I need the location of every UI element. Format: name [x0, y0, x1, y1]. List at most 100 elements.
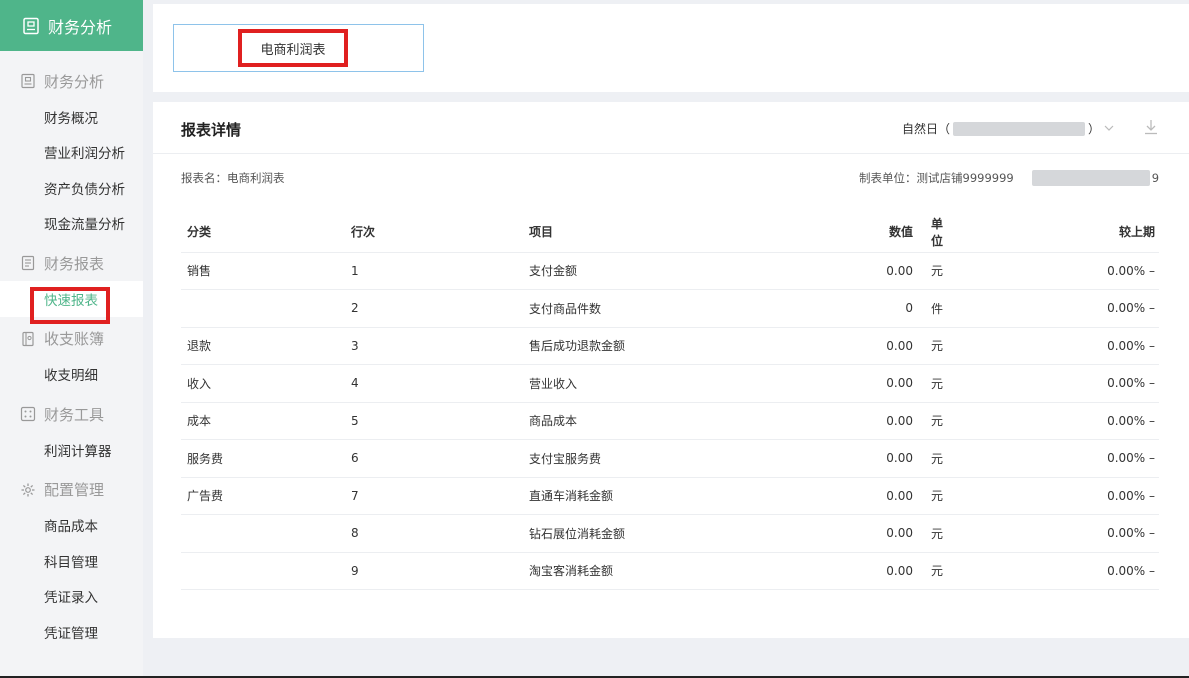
cell-unit: 元: [913, 402, 944, 440]
table-row: 8 钻石展位消耗金额 0.00 元 0.00% –: [181, 514, 1159, 553]
cell-category: 销售: [181, 252, 351, 290]
table-row: 2 支付商品件数 0 件 0.00% –: [181, 289, 1159, 328]
report-table: 分类 行次 项目 数值 单位 较上期 销售 1 支付金额 0.00 元 0.00% –2 支…: [181, 212, 1159, 590]
cell-change: 0.00% –: [943, 514, 1159, 553]
cell-value: 0.00: [849, 402, 913, 440]
download-icon[interactable]: [1143, 118, 1159, 136]
sidebar-item[interactable]: 利润计算器: [0, 432, 143, 468]
report-detail-card: 报表详情 自然日（ ） 报表名：电商利润表 制表单位：测试店铺9999999 9…: [153, 102, 1189, 638]
table-row: 广告费 7 直通车消耗金额 0.00 元 0.00% –: [181, 477, 1159, 515]
cell-value: 0.00: [849, 327, 913, 365]
gear-icon: [20, 482, 36, 498]
cell-line: 5: [351, 402, 529, 440]
building-icon: [22, 17, 40, 35]
cell-category: 退款: [181, 327, 351, 365]
blurred-timestamp: [1031, 170, 1150, 186]
sidebar-group-label: 收支账簿: [44, 330, 105, 348]
cell-change: 0.00% –: [943, 477, 1159, 515]
cell-unit: 元: [913, 364, 944, 403]
sidebar-group-label: 配置管理: [44, 481, 105, 499]
cell-unit: 元: [913, 514, 944, 553]
col-unit: 单位: [913, 212, 944, 253]
cell-change: 0.00% –: [943, 552, 1159, 590]
col-value: 数值: [849, 212, 913, 253]
building-icon: [20, 73, 36, 89]
table-row: 销售 1 支付金额 0.00 元 0.00% –: [181, 252, 1159, 290]
sidebar-group-1[interactable]: 财务报表: [0, 245, 143, 281]
sidebar-item[interactable]: 收支明细: [0, 357, 143, 393]
sidebar-group-3[interactable]: 财务工具: [0, 396, 143, 432]
sidebar-item[interactable]: 科目管理: [0, 543, 143, 579]
sidebar-item[interactable]: 财务概况: [0, 99, 143, 135]
cell-item: 支付商品件数: [529, 289, 849, 328]
cell-change: 0.00% –: [943, 439, 1159, 478]
table-header-row: 分类 行次 项目 数值 单位 较上期: [181, 212, 1159, 253]
tools-icon: [20, 406, 36, 422]
cell-line: 4: [351, 364, 529, 403]
table-row: 9 淘宝客消耗金额 0.00 元 0.00% –: [181, 552, 1159, 590]
sidebar-item[interactable]: 资产负债分析: [0, 170, 143, 206]
ledger-icon: [20, 331, 36, 347]
cell-value: 0.00: [849, 477, 913, 515]
report-tab-bar: 电商利润表: [153, 4, 1189, 92]
cell-line: 8: [351, 514, 529, 553]
cell-value: 0.00: [849, 552, 913, 590]
table-row: 收入 4 营业收入 0.00 元 0.00% –: [181, 364, 1159, 403]
cell-item: 商品成本: [529, 402, 849, 440]
cell-item: 淘宝客消耗金额: [529, 552, 849, 590]
sidebar-group-0[interactable]: 财务分析: [0, 63, 143, 99]
cell-value: 0.00: [849, 514, 913, 553]
report-header: 报表详情 自然日（ ）: [153, 102, 1189, 154]
cell-unit: 元: [913, 252, 944, 290]
sidebar-group-label: 财务报表: [44, 254, 105, 273]
cell-change: 0.00% –: [943, 252, 1159, 290]
cell-unit: 元: [913, 327, 944, 365]
cell-change: 0.00% –: [943, 402, 1159, 440]
report-unit-row: 制表单位：测试店铺9999999 9: [859, 170, 1159, 186]
cell-category: [181, 514, 351, 553]
cell-category: 收入: [181, 364, 351, 403]
cell-category: [181, 289, 351, 328]
cell-line: 6: [351, 439, 529, 478]
blurred-date-range: [953, 121, 1086, 136]
sidebar-header[interactable]: 财务分析: [0, 0, 143, 51]
date-prefix: 自然日（: [902, 122, 951, 136]
sidebar-item[interactable]: 凭证录入: [0, 579, 143, 615]
cell-value: 0.00: [849, 252, 913, 290]
col-change: 较上期: [943, 212, 1159, 253]
report-icon: [20, 255, 36, 271]
cell-value: 0.00: [849, 364, 913, 403]
report-title: 报表详情: [181, 121, 242, 139]
date-range-select[interactable]: 自然日（ ）: [902, 120, 1114, 137]
cell-value: 0.00: [849, 439, 913, 478]
chevron-down-icon: [1104, 122, 1114, 135]
col-item: 项目: [529, 212, 849, 253]
sidebar-group-2[interactable]: 收支账簿: [0, 321, 143, 357]
cell-change: 0.00% –: [943, 289, 1159, 328]
cell-item: 直通车消耗金额: [529, 477, 849, 515]
cell-category: 成本: [181, 402, 351, 440]
cell-unit: 元: [913, 477, 944, 515]
sidebar-group-4[interactable]: 配置管理: [0, 472, 143, 508]
cell-item: 售后成功退款金额: [529, 327, 849, 365]
sidebar: 财务分析 财务分析 财务概况 营业利润分析 资产负债分析 现金流量分析 财务报表 快速报表收…: [0, 0, 143, 678]
cell-item: 支付金额: [529, 252, 849, 290]
sidebar-item[interactable]: 营业利润分析: [0, 135, 143, 171]
table-row: 服务费 6 支付宝服务费 0.00 元 0.00% –: [181, 439, 1159, 478]
sidebar-item[interactable]: 凭证管理: [0, 614, 143, 650]
col-line: 行次: [351, 212, 529, 253]
cell-unit: 元: [913, 439, 944, 478]
sidebar-item[interactable]: 商品成本: [0, 508, 143, 544]
tab-ecommerce-profit[interactable]: 电商利润表: [238, 29, 348, 67]
date-suffix: ）: [1088, 122, 1101, 136]
sidebar-group-label: 财务工具: [44, 405, 105, 424]
cell-category: [181, 552, 351, 590]
cell-line: 2: [351, 289, 529, 328]
sidebar-item[interactable]: 现金流量分析: [0, 206, 143, 242]
col-category: 分类: [181, 212, 351, 253]
table-row: 成本 5 商品成本 0.00 元 0.00% –: [181, 402, 1159, 440]
cell-item: 营业收入: [529, 364, 849, 403]
cell-item: 支付宝服务费: [529, 439, 849, 478]
cell-unit: 件: [913, 289, 944, 328]
report-name: 报表名：电商利润表: [181, 171, 285, 185]
